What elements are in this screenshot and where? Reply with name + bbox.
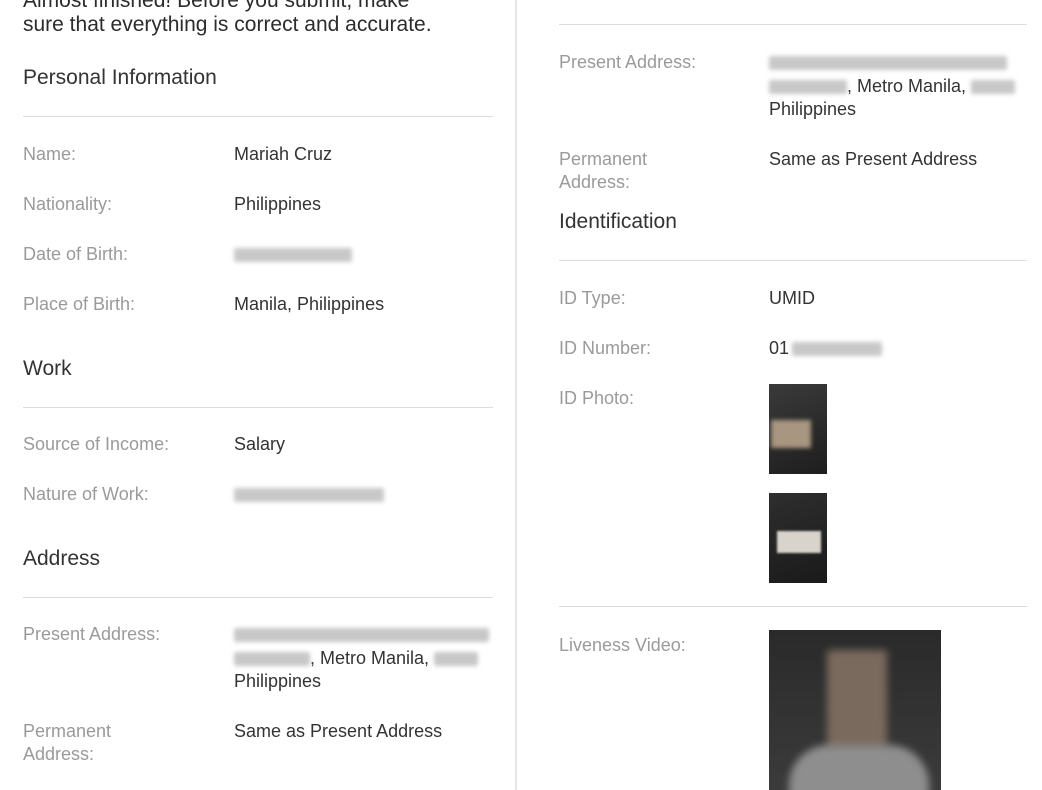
divider [23,116,493,117]
permanent-address-label: Permanent Address: [23,721,112,764]
divider [559,260,1027,261]
name-value: Mariah Cruz [234,144,333,164]
permanent-address-value: Same as Present Address [234,721,443,741]
divider [559,24,1027,25]
source-of-income-label: Source of Income: [23,434,170,454]
divider [23,407,493,408]
id-type-label: ID Type: [559,288,626,308]
id-photo-back[interactable] [769,493,827,583]
id-photo-front[interactable] [769,384,827,474]
divider [23,597,493,598]
present-address-city: , Metro Manila, [847,76,967,96]
present-address-line2: , Metro Manila, [769,75,1016,98]
review-panel-right: Present Address: , Metro Manila, Philipp… [517,0,1042,790]
nationality-value: Philippines [234,194,322,214]
present-address-line1-redacted [234,623,489,646]
source-of-income-value: Salary [234,434,286,454]
present-address-city: , Metro Manila, [310,648,430,668]
section-heading-personal: Personal Information [23,66,217,89]
section-heading-address: Address [23,547,101,570]
present-address-country: Philippines [769,99,857,119]
present-address-label: Present Address: [23,624,161,644]
present-address-line2: , Metro Manila, [234,647,479,670]
id-number-value: 01 [769,337,883,360]
pob-label: Place of Birth: [23,294,136,314]
liveness-video-label: Liveness Video: [559,635,686,655]
present-address-country: Philippines [234,671,322,691]
nature-of-work-redacted [234,483,384,506]
intro-text-line2: sure that everything is correct and accu… [23,13,432,36]
permanent-address-label: Permanent Address: [559,149,648,192]
dob-value-redacted [234,243,352,266]
nationality-label: Nationality: [23,194,113,214]
permanent-address-value: Same as Present Address [769,149,978,169]
nature-of-work-label: Nature of Work: [23,484,149,504]
intro-text-line1: Almost finished! Before you submit, make [23,0,410,12]
review-panel-left: Almost finished! Before you submit, make… [0,0,517,790]
section-heading-work: Work [23,357,72,380]
id-type-value: UMID [769,288,815,308]
dob-label: Date of Birth: [23,244,129,264]
section-heading-identification: Identification [559,210,677,233]
divider [559,606,1027,607]
present-address-label: Present Address: [559,52,697,72]
id-number-prefix: 01 [769,338,790,358]
pob-value: Manila, Philippines [234,294,385,314]
id-number-label: ID Number: [559,338,652,358]
name-label: Name: [23,144,77,164]
liveness-video-thumbnail[interactable] [769,630,941,790]
id-photo-label: ID Photo: [559,388,635,408]
present-address-line1-redacted [769,51,1007,74]
